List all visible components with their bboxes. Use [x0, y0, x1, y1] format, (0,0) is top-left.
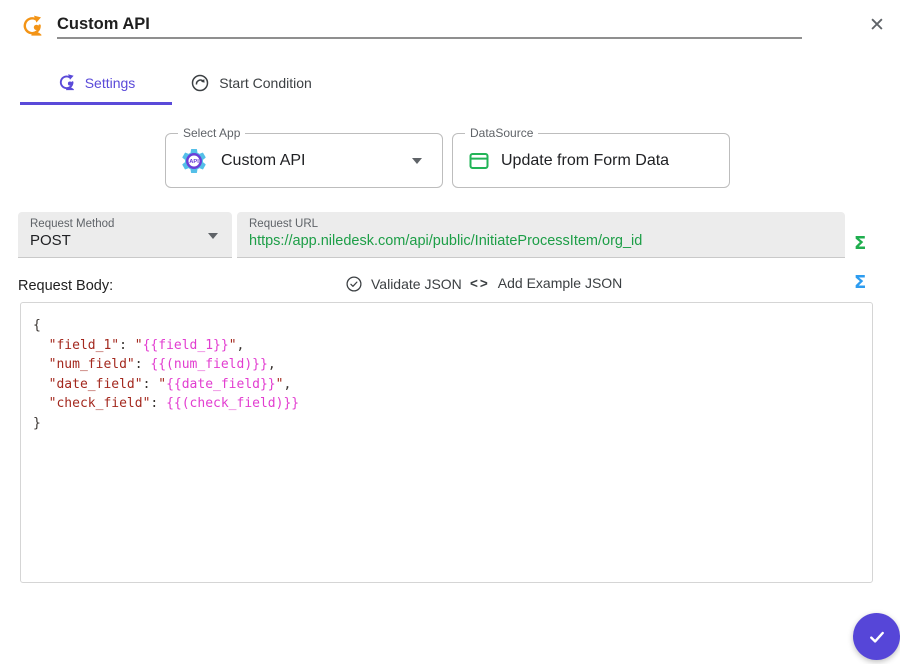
datasource-field[interactable]: DataSource Update from Form Data [452, 133, 730, 188]
request-url-input[interactable]: Request URL https://app.niledesk.com/api… [237, 212, 845, 258]
close-icon[interactable]: ✕ [864, 13, 890, 39]
chevron-down-icon [412, 158, 422, 164]
tab-start-condition-label: Start Condition [219, 75, 312, 91]
svg-text:API: API [189, 159, 199, 165]
validate-json-button[interactable]: Validate JSON [345, 275, 462, 293]
api-gear-icon: API [179, 146, 209, 176]
validate-json-label: Validate JSON [371, 276, 462, 292]
formula-sigma-icon-body[interactable]: Σ [854, 272, 866, 293]
request-body-code[interactable]: { "field_1": "{{field_1}}", "num_field":… [20, 302, 873, 583]
title-text: Custom API [57, 15, 150, 34]
check-circle-icon [345, 275, 363, 293]
tab-start-condition[interactable]: Start Condition [178, 62, 324, 103]
active-tab-indicator [20, 102, 172, 105]
select-app-value: Custom API [221, 152, 305, 170]
request-method-value: POST [30, 232, 220, 249]
request-url-value: https://app.niledesk.com/api/public/Init… [249, 233, 833, 249]
add-example-json-label: Add Example JSON [498, 275, 623, 291]
datasource-label: DataSource [465, 126, 538, 140]
request-url-label: Request URL [249, 218, 833, 230]
datasource-value: Update from Form Data [501, 152, 669, 170]
form-data-icon [467, 149, 491, 173]
settings-tab-icon [57, 73, 76, 92]
request-method-select[interactable]: Request Method POST [18, 212, 232, 258]
select-app-dropdown[interactable]: Select App API Custom API [165, 133, 443, 188]
tab-settings-label: Settings [85, 75, 136, 91]
confirm-button[interactable] [853, 613, 900, 660]
select-app-label: Select App [178, 126, 245, 140]
request-method-label: Request Method [30, 218, 220, 230]
request-body-label: Request Body: [18, 278, 113, 294]
code-icon: <> [470, 276, 490, 291]
start-condition-icon [190, 73, 210, 93]
add-example-json-button[interactable]: <> Add Example JSON [470, 275, 622, 291]
tab-settings[interactable]: Settings [20, 62, 172, 103]
custom-api-dialog: Custom API ✕ Settings Start Condition Se… [0, 0, 900, 664]
workflow-user-sync-icon [20, 14, 44, 38]
formula-sigma-icon-url[interactable]: Σ [854, 233, 866, 254]
chevron-down-icon [208, 233, 218, 239]
check-icon [865, 625, 889, 649]
title-input[interactable]: Custom API [57, 11, 802, 39]
